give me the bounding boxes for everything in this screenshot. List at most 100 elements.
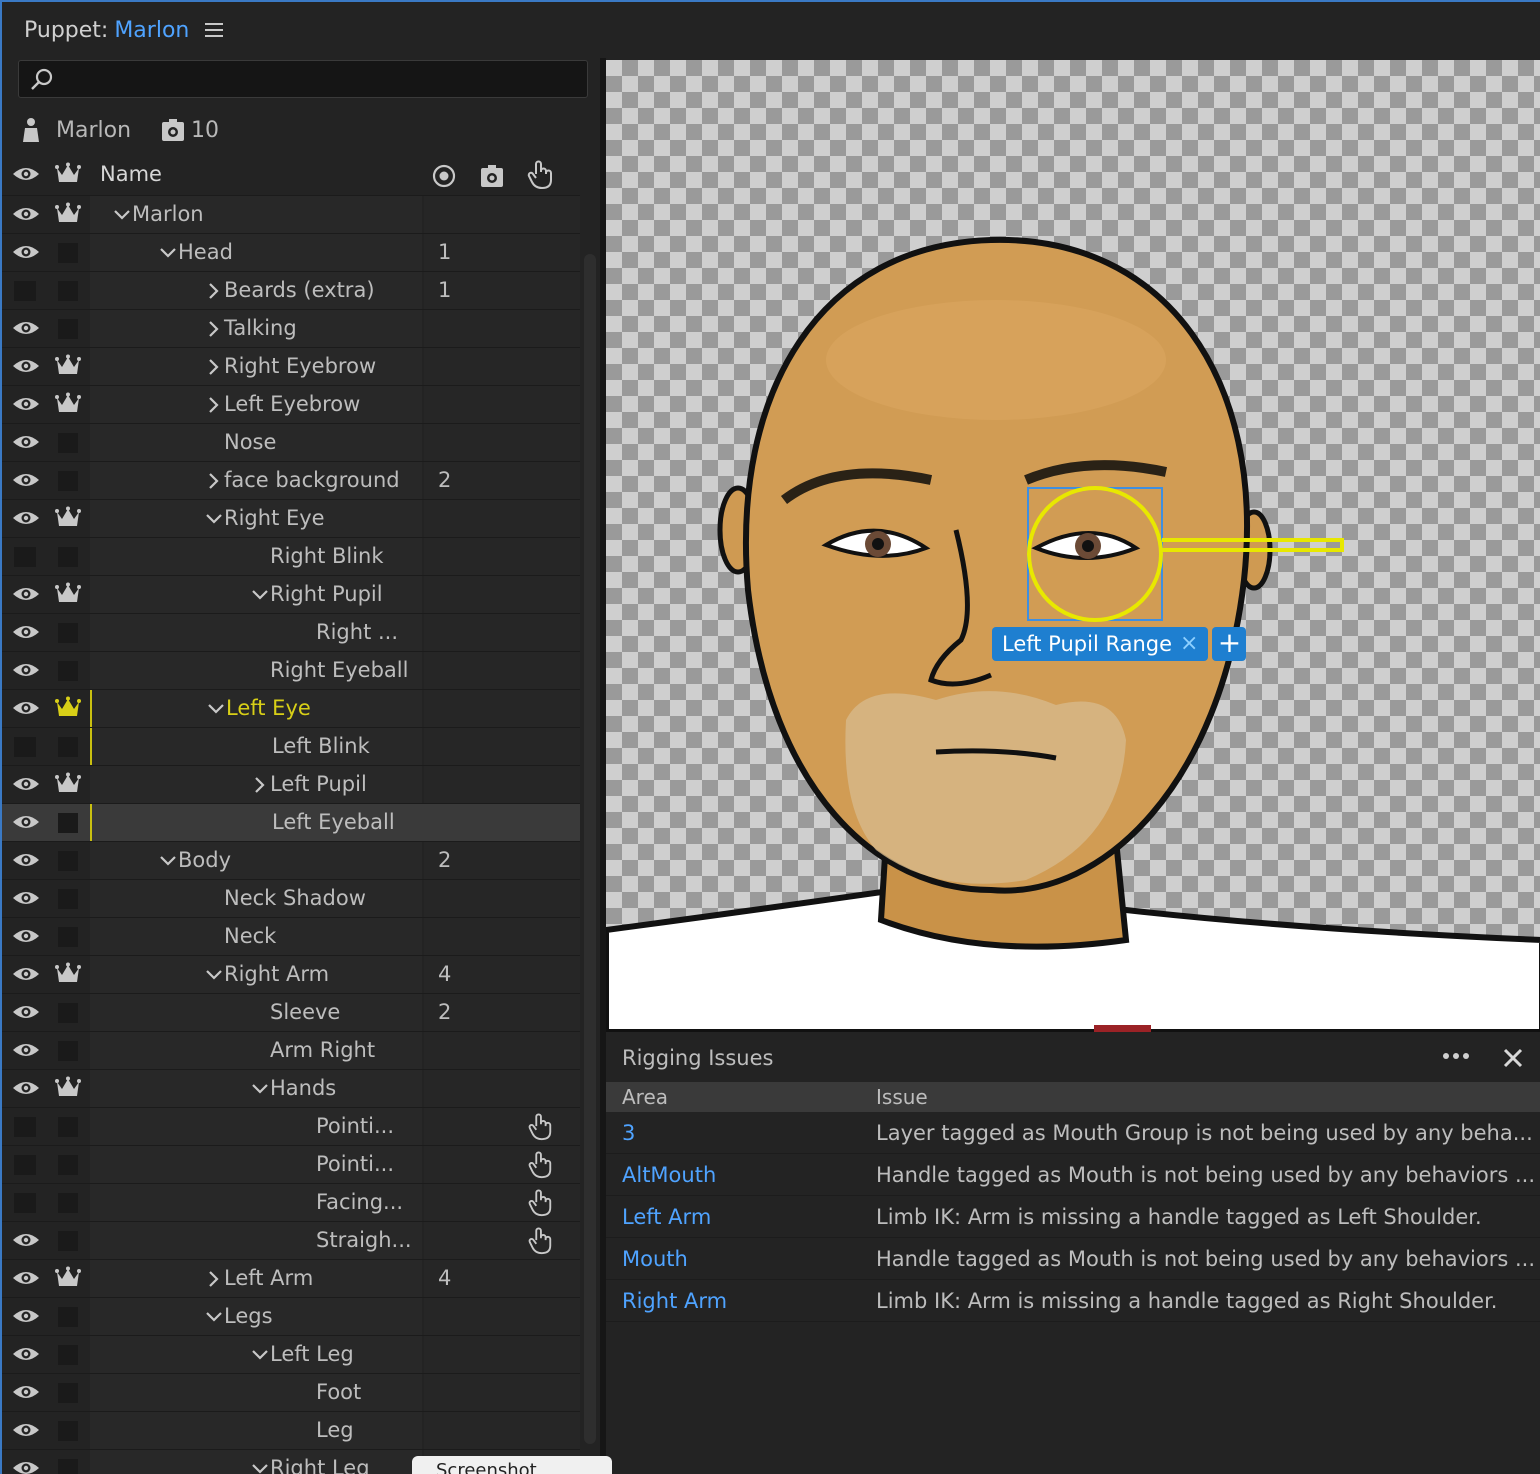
layer-row[interactable]: Beards (extra) 1 (2, 272, 580, 310)
layer-name-cell[interactable]: Nose (90, 424, 422, 461)
layer-name-cell[interactable]: Right Eyeball (90, 652, 422, 689)
chevron-right-icon[interactable] (204, 1260, 224, 1297)
origin-toggle[interactable] (58, 243, 78, 263)
visibility-eye-icon[interactable] (12, 1307, 40, 1325)
issue-column-header[interactable]: Issue (876, 1085, 928, 1109)
layer-name-cell[interactable]: Foot (90, 1374, 422, 1411)
add-tag-button[interactable]: + (1212, 627, 1247, 661)
origin-crown-icon[interactable] (54, 506, 82, 530)
name-column-header[interactable]: Name (100, 156, 162, 193)
layer-name-cell[interactable]: Right Leg (90, 1450, 422, 1474)
handle-tag-label[interactable]: Left Pupil Range × (992, 627, 1209, 661)
layer-row[interactable]: Right Eyeball (2, 652, 580, 690)
visibility-toggle[interactable] (14, 547, 36, 567)
visibility-header-icon[interactable] (12, 165, 40, 183)
visibility-eye-icon[interactable] (12, 813, 40, 831)
layer-row[interactable]: Left Eye (2, 690, 580, 728)
origin-crown-icon[interactable] (54, 392, 82, 416)
issue-area-link[interactable]: 3 (622, 1121, 635, 1145)
layer-name-cell[interactable]: Legs (90, 1298, 422, 1335)
remove-tag-icon[interactable]: × (1180, 627, 1198, 661)
layer-row[interactable]: Legs (2, 1298, 580, 1336)
layer-name-cell[interactable]: Neck (90, 918, 422, 955)
origin-crown-icon[interactable] (54, 354, 82, 378)
issue-row[interactable]: Right Arm Limb IK: Arm is missing a handl… (606, 1280, 1540, 1322)
layer-row[interactable]: Neck Shadow (2, 880, 580, 918)
issue-row[interactable]: 3 Layer tagged as Mouth Group is not bein… (606, 1112, 1540, 1154)
layer-row[interactable]: Left Blink (2, 728, 580, 766)
layer-name-cell[interactable]: Head (90, 234, 422, 271)
chevron-right-icon[interactable] (204, 272, 224, 309)
visibility-eye-icon[interactable] (12, 889, 40, 907)
origin-toggle[interactable] (58, 1003, 78, 1023)
layer-name-cell[interactable]: Left Eyebrow (90, 386, 422, 423)
visibility-eye-icon[interactable] (12, 1269, 40, 1287)
visibility-eye-icon[interactable] (12, 357, 40, 375)
origin-toggle[interactable] (58, 623, 78, 643)
layer-row[interactable]: Talking (2, 310, 580, 348)
visibility-eye-icon[interactable] (12, 1383, 40, 1401)
layer-row[interactable]: Left Eyeball (2, 804, 580, 842)
layer-row[interactable]: Leg (2, 1412, 580, 1450)
visibility-eye-icon[interactable] (12, 1003, 40, 1021)
layer-row[interactable]: Foot (2, 1374, 580, 1412)
layer-row[interactable]: Hands (2, 1070, 580, 1108)
layer-name-cell[interactable]: Hands (90, 1070, 422, 1107)
origin-toggle[interactable] (58, 661, 78, 681)
origin-toggle[interactable] (58, 1193, 78, 1213)
chevron-right-icon[interactable] (204, 310, 224, 347)
origin-crown-icon[interactable] (54, 202, 82, 226)
layer-name-cell[interactable]: Left Arm (90, 1260, 422, 1297)
puppet-title-name[interactable]: Marlon (114, 18, 189, 43)
origin-toggle[interactable] (58, 1421, 78, 1441)
chevron-down-icon[interactable] (112, 196, 132, 233)
layer-tree-scrollbar[interactable] (584, 254, 596, 1444)
chevron-right-icon[interactable] (204, 386, 224, 423)
chevron-down-icon[interactable] (204, 956, 224, 993)
visibility-eye-icon[interactable] (12, 509, 40, 527)
visibility-eye-icon[interactable] (12, 699, 40, 717)
layer-name-cell[interactable]: Pointi... (90, 1146, 422, 1183)
origin-crown-icon[interactable] (54, 696, 82, 720)
layer-name-cell[interactable]: Left Blink (90, 728, 422, 765)
hand-column-icon[interactable] (526, 160, 554, 190)
chevron-right-icon[interactable] (250, 766, 270, 803)
hand-handle-icon[interactable] (526, 1227, 554, 1255)
origin-toggle[interactable] (58, 1459, 78, 1474)
layer-row[interactable]: Body 2 (2, 842, 580, 880)
origin-toggle[interactable] (58, 1155, 78, 1175)
target-column-icon[interactable] (432, 164, 456, 188)
origin-toggle[interactable] (58, 1117, 78, 1137)
layer-name-cell[interactable]: Right Pupil (90, 576, 422, 613)
origin-crown-icon[interactable] (54, 772, 82, 796)
layer-name-cell[interactable]: Neck Shadow (90, 880, 422, 917)
layer-row[interactable]: Marlon (2, 196, 580, 234)
layer-row[interactable]: Right Blink (2, 538, 580, 576)
issue-row[interactable]: Left Arm Limb IK: Arm is missing a handle… (606, 1196, 1540, 1238)
visibility-eye-icon[interactable] (12, 1041, 40, 1059)
visibility-eye-icon[interactable] (12, 1459, 40, 1474)
origin-toggle[interactable] (58, 1231, 78, 1251)
layer-row[interactable]: face background 2 (2, 462, 580, 500)
origin-toggle[interactable] (58, 471, 78, 491)
issue-area-link[interactable]: Left Arm (622, 1205, 711, 1229)
origin-crown-icon[interactable] (54, 1266, 82, 1290)
layer-row[interactable]: Right ... (2, 614, 580, 652)
layer-name-cell[interactable]: Marlon (90, 196, 422, 233)
more-options-icon[interactable] (1442, 1052, 1470, 1060)
hand-handle-icon[interactable] (526, 1151, 554, 1179)
chevron-down-icon[interactable] (250, 1070, 270, 1107)
layer-name-cell[interactable]: Left Eyeball (90, 804, 422, 841)
visibility-eye-icon[interactable] (12, 1231, 40, 1249)
visibility-toggle[interactable] (14, 1193, 36, 1213)
visibility-eye-icon[interactable] (12, 851, 40, 869)
layer-name-cell[interactable]: Body (90, 842, 422, 879)
visibility-eye-icon[interactable] (12, 775, 40, 793)
layer-name-cell[interactable]: Left Eye (90, 690, 422, 727)
layer-name-cell[interactable]: Beards (extra) (90, 272, 422, 309)
layer-name-cell[interactable]: Facing... (90, 1184, 422, 1221)
visibility-eye-icon[interactable] (12, 927, 40, 945)
visibility-eye-icon[interactable] (12, 1079, 40, 1097)
visibility-eye-icon[interactable] (12, 1421, 40, 1439)
layer-row[interactable]: Facing... (2, 1184, 580, 1222)
